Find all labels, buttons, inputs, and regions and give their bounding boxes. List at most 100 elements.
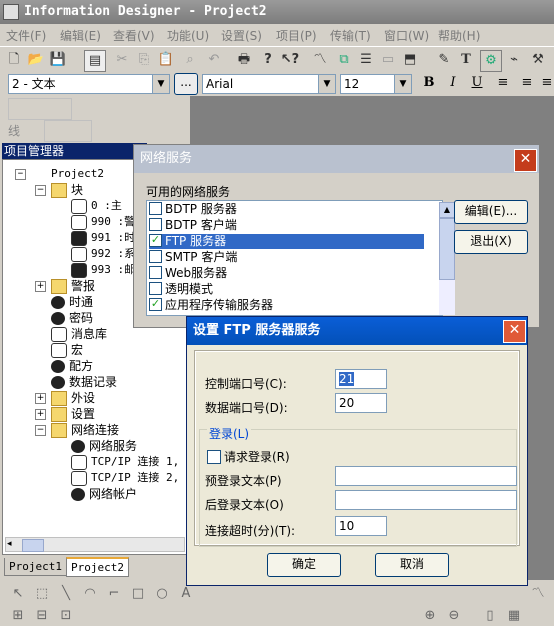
italic-button[interactable]: I bbox=[444, 75, 462, 93]
service-item[interactable]: Web服务器 bbox=[149, 266, 424, 281]
polyline-tool-icon[interactable]: ⌐ bbox=[104, 584, 124, 604]
edit-button[interactable]: 编辑(E)... bbox=[454, 200, 528, 224]
align-center-icon[interactable]: ≡ bbox=[518, 75, 536, 93]
checkbox[interactable] bbox=[149, 282, 162, 295]
timeout-input[interactable]: 10 bbox=[335, 516, 387, 536]
close-icon[interactable]: ✕ bbox=[514, 149, 537, 172]
tree-item-time[interactable]: 时通 bbox=[51, 294, 93, 310]
network-icon[interactable]: ⧉ bbox=[334, 50, 354, 70]
post-login-input[interactable] bbox=[335, 490, 517, 510]
control-port-input[interactable]: 21 bbox=[335, 369, 387, 389]
collapse-icon[interactable]: − bbox=[15, 169, 26, 180]
ellipse-tool-icon[interactable]: ○ bbox=[152, 584, 172, 604]
align-left-icon[interactable]: ≡ bbox=[494, 75, 512, 93]
tree-item-password[interactable]: 密码 bbox=[51, 310, 93, 326]
transfer-icon[interactable]: ⬒ bbox=[400, 50, 420, 70]
size-combo[interactable]: 12 ▼ bbox=[340, 74, 412, 94]
ok-button[interactable]: 确定 bbox=[267, 553, 341, 577]
service-item-selected[interactable]: ✓ FTP 服务器 bbox=[149, 234, 424, 249]
text-icon[interactable]: T bbox=[456, 50, 476, 70]
checkbox-checked[interactable]: ✓ bbox=[149, 298, 162, 311]
text-tool-icon[interactable]: A bbox=[176, 584, 196, 604]
tree-item-block[interactable]: 990 :警 bbox=[71, 214, 135, 230]
undo-icon[interactable]: ↶ bbox=[204, 50, 224, 70]
tree-item-block[interactable]: 993 :邮 bbox=[71, 262, 135, 278]
zoom-out-icon[interactable]: ⊖ bbox=[444, 606, 464, 626]
select-icon[interactable]: ⬚ bbox=[32, 584, 52, 604]
save-icon[interactable]: 💾 bbox=[48, 50, 68, 70]
style-combo[interactable]: 2 - 文本 ▼ bbox=[8, 74, 170, 94]
chart-tool-icon[interactable]: 〽 bbox=[528, 584, 548, 604]
tree-item-block[interactable]: 991 :时 bbox=[71, 230, 135, 246]
menu-transfer[interactable]: 传输(T) bbox=[330, 27, 371, 44]
vertical-scrollbar[interactable]: ▲ bbox=[439, 202, 455, 315]
line-tool-icon[interactable]: ╲ bbox=[56, 584, 76, 604]
service-item[interactable]: ✓ 应用程序传输服务器 bbox=[149, 298, 424, 313]
data-port-input[interactable]: 20 bbox=[335, 393, 387, 413]
page-icon[interactable]: ▯ bbox=[480, 606, 500, 626]
tree-item-data-log[interactable]: 数据记录 bbox=[51, 374, 117, 390]
close-icon[interactable]: ✕ bbox=[503, 320, 526, 343]
tree-item-block[interactable]: 0 :主 bbox=[71, 198, 122, 214]
tab-project1[interactable]: Project1 bbox=[4, 558, 67, 576]
list-icon[interactable]: ☰ bbox=[356, 50, 376, 70]
menu-function[interactable]: 功能(U) bbox=[167, 27, 209, 44]
exit-button[interactable]: 退出(X) bbox=[454, 230, 528, 254]
project-icon[interactable]: ▤ bbox=[84, 50, 106, 72]
tree-item-recipe[interactable]: 配方 bbox=[51, 358, 93, 374]
tree-item-macro[interactable]: 宏 bbox=[51, 342, 83, 358]
tree-item-network-accounts[interactable]: 网络帐户 bbox=[71, 486, 137, 502]
checkbox[interactable] bbox=[149, 218, 162, 231]
bold-button[interactable]: B bbox=[420, 75, 438, 93]
scroll-up-icon[interactable]: ▲ bbox=[439, 202, 455, 218]
service-item[interactable]: BDTP 服务器 bbox=[149, 202, 424, 217]
scroll-thumb[interactable] bbox=[22, 539, 44, 552]
scroll-left-icon[interactable]: ◂ bbox=[7, 538, 12, 551]
menu-help[interactable]: 帮助(H) bbox=[438, 27, 480, 44]
help-icon[interactable]: ? bbox=[258, 50, 278, 70]
request-login-checkbox[interactable]: 请求登录(R) bbox=[207, 448, 290, 465]
menu-window[interactable]: 窗口(W) bbox=[384, 27, 429, 44]
context-help-icon[interactable]: ↖? bbox=[280, 50, 300, 70]
checkbox-checked[interactable]: ✓ bbox=[149, 234, 162, 247]
print-icon[interactable]: 🖶 bbox=[234, 50, 254, 70]
menu-project[interactable]: 项目(P) bbox=[276, 27, 317, 44]
align-right-icon[interactable]: ≡ bbox=[540, 75, 554, 93]
scroll-thumb[interactable] bbox=[439, 218, 455, 280]
checkbox[interactable] bbox=[149, 202, 162, 215]
distribute-icon[interactable]: ⊟ bbox=[32, 606, 52, 626]
screen-icon[interactable]: ▭ bbox=[378, 50, 398, 70]
tree-item-tcpip[interactable]: TCP/IP 连接 2, 1 bbox=[71, 470, 192, 486]
new-icon[interactable]: 🗋 bbox=[4, 50, 24, 70]
plug-icon[interactable]: ⌁ bbox=[504, 50, 524, 70]
service-item[interactable]: 透明模式 bbox=[149, 282, 424, 297]
font-combo[interactable]: Arial ▼ bbox=[202, 74, 336, 94]
pre-login-input[interactable] bbox=[335, 466, 517, 486]
grid-icon[interactable]: ▦ bbox=[504, 606, 524, 626]
tool-icon[interactable]: ⚒ bbox=[528, 50, 548, 70]
zoom-in-icon[interactable]: ⊕ bbox=[420, 606, 440, 626]
chart-icon[interactable]: 〽 bbox=[310, 50, 330, 70]
pointer-icon[interactable]: ↖ bbox=[8, 584, 28, 604]
cancel-button[interactable]: 取消 bbox=[375, 553, 449, 577]
horizontal-scrollbar[interactable]: ◂ bbox=[5, 537, 185, 552]
checkbox[interactable] bbox=[207, 449, 221, 464]
menu-edit[interactable]: 编辑(E) bbox=[60, 27, 101, 44]
browse-button[interactable]: ... bbox=[174, 73, 198, 95]
menu-view[interactable]: 查看(V) bbox=[113, 27, 155, 44]
tree-item-tcpip[interactable]: TCP/IP 连接 1, 1 bbox=[71, 454, 192, 470]
service-item[interactable]: BDTP 客户端 bbox=[149, 218, 424, 233]
align-icon[interactable]: ⊞ bbox=[8, 606, 28, 626]
cut-icon[interactable]: ✂ bbox=[112, 50, 132, 70]
underline-button[interactable]: U bbox=[468, 75, 486, 93]
arc-tool-icon[interactable]: ◠ bbox=[80, 584, 100, 604]
find-icon[interactable]: ⌕ bbox=[180, 50, 200, 70]
rectangle-tool-icon[interactable]: □ bbox=[128, 584, 148, 604]
tab-project2[interactable]: Project2 bbox=[66, 557, 129, 577]
service-item[interactable]: SMTP 客户端 bbox=[149, 250, 424, 265]
open-icon[interactable]: 📂 bbox=[26, 50, 46, 70]
tree-item-block[interactable]: 992 :系 bbox=[71, 246, 135, 262]
tree-item-message-library[interactable]: 消息库 bbox=[51, 326, 107, 342]
edit-icon[interactable]: ✎ bbox=[434, 50, 454, 70]
checkbox[interactable] bbox=[149, 266, 162, 279]
